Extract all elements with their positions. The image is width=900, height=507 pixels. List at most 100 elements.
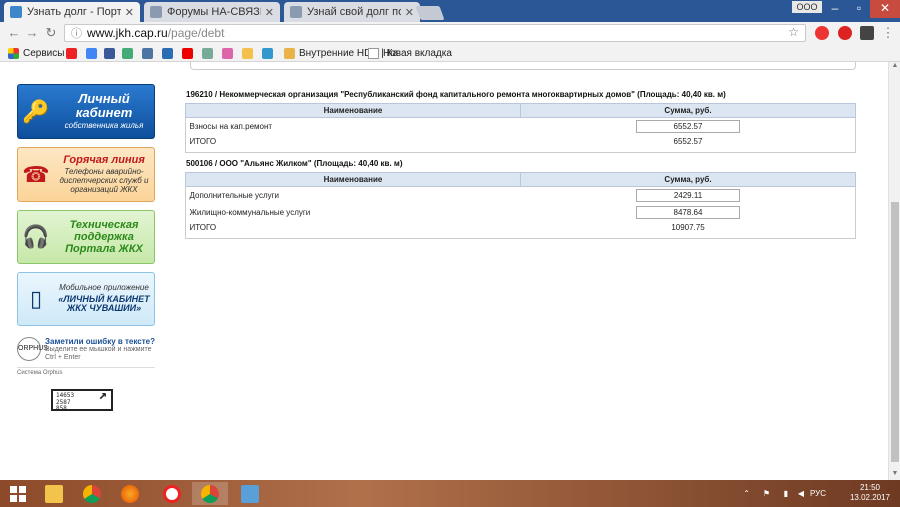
site-icon [202, 47, 213, 59]
bookmark-services[interactable]: Сервисы [8, 46, 64, 60]
tab-title: Форумы НА-СВЯЗИ -> Р [167, 6, 261, 18]
bookmark-site[interactable] [202, 46, 217, 60]
taskbar-chrome[interactable] [74, 482, 110, 505]
site-icon [162, 47, 173, 59]
new-tab-button[interactable] [415, 6, 445, 20]
bookmark-site[interactable] [222, 46, 237, 60]
page-info-icon[interactable]: ⓘ [71, 25, 82, 41]
site-icon [122, 47, 133, 59]
row-sum-cell: 8478.64 [521, 204, 856, 221]
column-header-name: Наименование [185, 172, 521, 187]
clock-time: 21:50 [859, 483, 880, 492]
url-path: /page/debt [167, 26, 225, 40]
tab-title: Узнать долг - Портал ЖК [27, 6, 121, 18]
hotline-button[interactable]: ☎ Горячая линия Телефоны аварийно-диспетч… [17, 147, 155, 202]
extension-icon[interactable] [838, 26, 852, 40]
bookmark-yandex[interactable] [66, 46, 81, 60]
section-title: 196210 / Некоммерческая организация "Рес… [186, 90, 726, 99]
headset-icon: 🎧 [22, 224, 50, 249]
address-bar[interactable]: ⓘ www.jkh.cap.ru/page/debt ☆ [64, 24, 806, 42]
scroll-down-icon[interactable]: ▼ [889, 470, 900, 480]
total-label: ИТОГО [189, 137, 217, 146]
bookmark-star-icon[interactable]: ☆ [788, 25, 799, 39]
table-header-row: Наименование Сумма, руб. [185, 172, 856, 187]
orphus-system-label: Система Orphus [17, 370, 63, 376]
close-icon[interactable]: ✕ [265, 6, 274, 19]
scrollbar-thumb[interactable] [891, 202, 899, 462]
adblock-extension-icon[interactable] [815, 26, 829, 40]
row-sum-cell: 6552.57 [521, 118, 856, 135]
profile-badge[interactable]: ООО [792, 1, 822, 13]
tab-debt[interactable]: Узнать долг - Портал ЖК ✕ [4, 2, 140, 22]
personal-cabinet-label: Личный кабинет собственника жилья [54, 91, 154, 131]
yandex-icon [66, 47, 77, 59]
sum-input[interactable]: 6552.57 [636, 119, 740, 133]
scroll-up-icon[interactable]: ▲ [889, 62, 900, 72]
taskbar-chrome-active[interactable] [192, 482, 228, 505]
folder-icon [242, 47, 253, 59]
windows-logo-icon [10, 485, 26, 502]
minimize-icon[interactable]: – [822, 0, 848, 18]
bookmark-google[interactable] [86, 46, 101, 60]
maximize-icon[interactable]: ▫ [846, 0, 872, 18]
tablet-icon: ▯ [29, 286, 43, 311]
sum-input[interactable]: 8478.64 [636, 205, 740, 219]
clock-date: 13.02.2017 [849, 493, 890, 502]
hotline-label: Горячая линия Телефоны аварийно-диспетчер… [54, 154, 154, 194]
orphus-widget[interactable]: ORPHUS Заметили ошибку в тексте? Выделит… [17, 337, 155, 361]
back-icon[interactable]: ← [6, 25, 22, 41]
start-button[interactable] [0, 482, 36, 505]
phone-icon: ☎ [22, 161, 50, 187]
bookmark-newtab[interactable]: Новая вкладка [368, 46, 452, 60]
close-icon[interactable]: ✕ [125, 6, 134, 19]
bookmark-label: Новая вкладка [383, 47, 452, 59]
language-indicator[interactable]: РУС [810, 489, 826, 498]
forward-icon[interactable]: → [24, 25, 40, 41]
bookmark-site[interactable] [122, 46, 137, 60]
row-name: Жилищно-коммунальные услуги [189, 207, 311, 217]
mobile-app-button[interactable]: ▯ Мобильное приложение «ЛИЧНЫЙ КАБИНЕТ ЖК… [17, 272, 155, 326]
window-close-icon[interactable]: ✕ [870, 0, 900, 18]
bookmark-folder[interactable] [242, 46, 257, 60]
reload-icon[interactable]: ↻ [43, 25, 59, 41]
tech-support-button[interactable]: 🎧 Техническая поддержка Портала ЖКХ [17, 210, 155, 264]
tray-chevron-icon[interactable]: ⌃ [743, 489, 750, 498]
mobile-app-label: Мобильное приложение «ЛИЧНЫЙ КАБИНЕТ ЖКХ … [54, 283, 154, 315]
taskbar-explorer[interactable] [36, 482, 72, 505]
tab-debt-info[interactable]: Узнай свой долг по кап ✕ [284, 2, 420, 22]
folder-icon [284, 47, 295, 59]
youtube-icon [182, 47, 193, 59]
mobile-app-title: «ЛИЧНЫЙ КАБИНЕТ ЖКХ ЧУВАШИИ» [58, 293, 150, 314]
close-icon[interactable]: ✕ [405, 6, 414, 19]
taskbar-firefox[interactable] [112, 482, 148, 505]
file-explorer-icon [45, 484, 63, 503]
bookmark-youtube[interactable] [182, 46, 197, 60]
volume-icon[interactable]: ◀ [798, 489, 804, 498]
bookmarks-bar: Сервисы Внутренние HDD | Ка Новая вкладк… [0, 44, 900, 62]
tech-support-title: Техническая поддержка Портала ЖКХ [65, 218, 143, 256]
personal-cabinet-button[interactable]: 🔑 Личный кабинет собственника жилья [17, 84, 155, 139]
visit-counter[interactable]: 14653 2587 858 ↗ [51, 389, 113, 412]
taskbar-clock[interactable]: 21:50 13.02.2017 [850, 483, 890, 503]
extension-icon[interactable] [860, 26, 874, 40]
table-row: Жилищно-коммунальные услуги 8478.64 [186, 204, 856, 221]
page-favicon-icon [290, 6, 302, 18]
menu-icon[interactable]: ⋮ [880, 25, 896, 41]
bookmark-facebook[interactable] [104, 46, 119, 60]
tab-forum[interactable]: Форумы НА-СВЯЗИ -> Р ✕ [144, 2, 280, 22]
network-icon[interactable]: ▮ [784, 489, 788, 498]
sum-input[interactable]: 2429.11 [636, 188, 740, 202]
bookmark-site[interactable] [262, 46, 277, 60]
bookmark-site[interactable] [162, 46, 177, 60]
taskbar-photos[interactable] [232, 482, 268, 505]
taskbar-yandex[interactable] [154, 482, 190, 505]
debt-table: Наименование Сумма, руб. Взносы на кап.р… [185, 103, 856, 149]
url-host: www.jkh.cap.ru [87, 26, 168, 40]
vertical-scrollbar[interactable]: ▲ ▼ [888, 62, 900, 480]
chrome-icon [201, 484, 219, 503]
total-label: ИТОГО [189, 223, 217, 232]
divider [17, 367, 155, 368]
bookmark-vk[interactable] [142, 46, 157, 60]
tray-flag-icon[interactable]: ⚑ [763, 489, 770, 498]
apps-grid-icon [8, 47, 19, 59]
